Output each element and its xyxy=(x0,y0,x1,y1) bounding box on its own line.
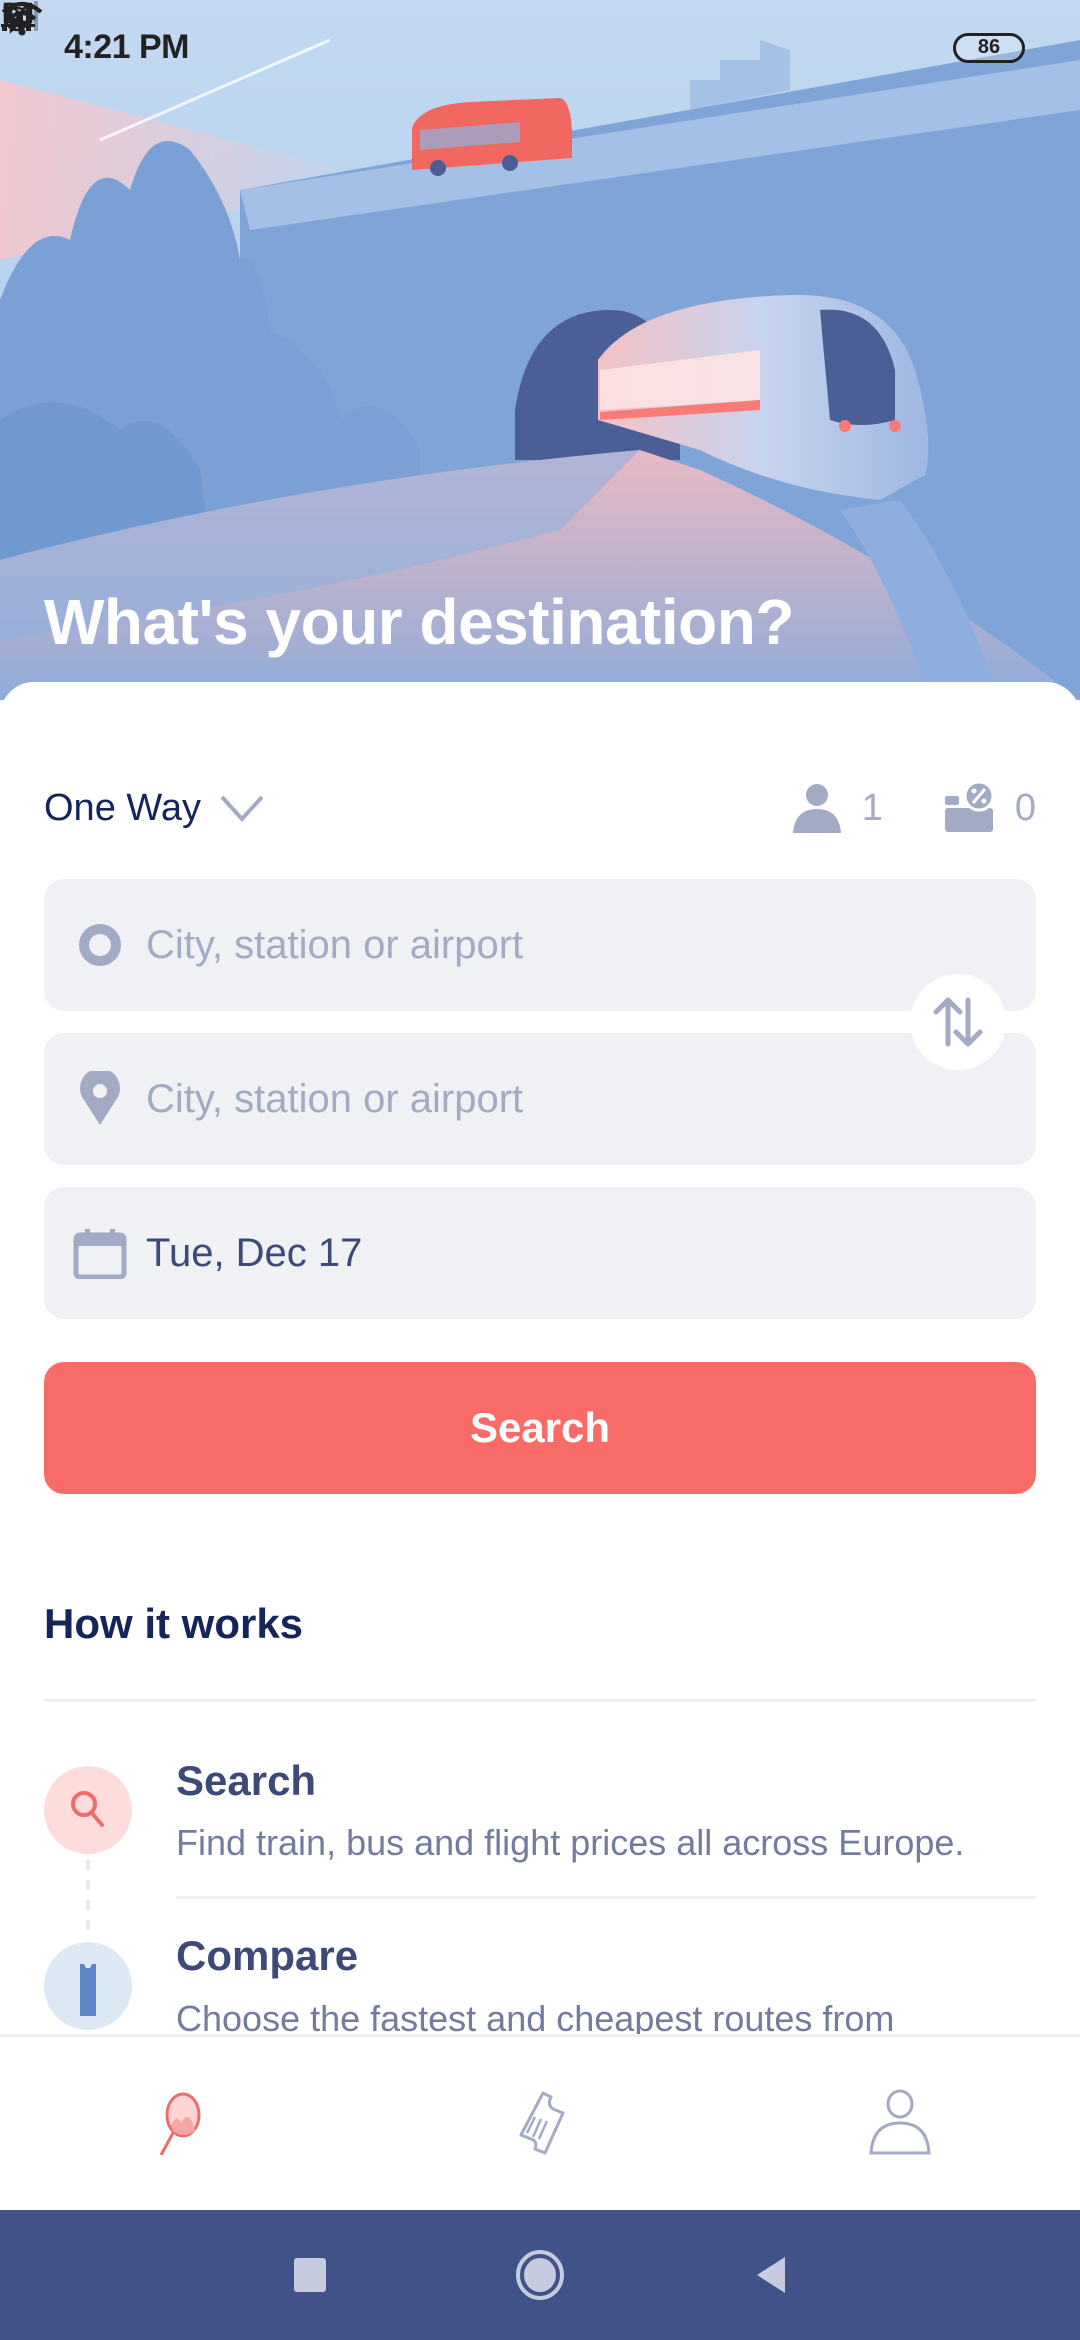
step-description: Find train, bus and flight prices all ac… xyxy=(176,1822,965,1863)
origin-placeholder: City, station or airport xyxy=(146,922,524,967)
hero-banner: 4:21 PM 86 What's your destination? xyxy=(0,0,1080,700)
destination-placeholder: City, station or airport xyxy=(146,1076,524,1121)
system-navigation-bar xyxy=(0,2210,1080,2340)
origin-circle-icon xyxy=(72,917,128,973)
origin-input[interactable]: City, station or airport xyxy=(44,879,1036,1011)
status-bar: 4:21 PM 86 xyxy=(0,0,1080,95)
search-button[interactable]: Search xyxy=(44,1362,1036,1494)
nav-tickets-tab[interactable] xyxy=(440,2064,640,2184)
step-connector xyxy=(86,1860,90,1940)
hero-title: What's your destination? xyxy=(44,586,794,658)
back-triangle-icon xyxy=(757,2257,785,2293)
bottom-navigation xyxy=(0,2034,1080,2210)
date-value: Tue, Dec 17 xyxy=(146,1230,363,1275)
trip-options-row: One Way 1 0 xyxy=(44,778,1036,838)
discount-cards-selector[interactable]: 0 xyxy=(943,782,1036,834)
trip-type-label: One Way xyxy=(44,786,201,829)
passengers-count: 1 xyxy=(861,786,883,829)
step-title: Search xyxy=(176,1757,317,1804)
back-button[interactable] xyxy=(730,2235,810,2315)
search-card: One Way 1 0 City, station or airport Cit… xyxy=(0,682,1080,2082)
location-pin-icon xyxy=(72,1071,128,1127)
nav-account-tab[interactable] xyxy=(800,2064,1000,2184)
nav-search-tab[interactable] xyxy=(80,2064,280,2184)
home-button[interactable] xyxy=(500,2235,580,2315)
swap-locations-button[interactable] xyxy=(910,974,1006,1070)
status-time: 4:21 PM xyxy=(64,28,190,66)
step-search-badge xyxy=(44,1766,132,1854)
battery-indicator: 86 xyxy=(953,32,1025,63)
square-icon xyxy=(294,2258,326,2292)
compare-ticket-icon xyxy=(80,1964,96,2016)
step-compare-badge xyxy=(44,1942,132,2030)
chevron-down-icon xyxy=(220,795,264,822)
swap-arrows-icon xyxy=(933,997,983,1047)
how-it-works-heading: How it works xyxy=(44,1600,304,1647)
passengers-selector[interactable]: 1 xyxy=(790,781,883,835)
search-balloon-icon xyxy=(159,2092,201,2156)
circle-icon xyxy=(516,2250,564,2300)
date-picker[interactable]: Tue, Dec 17 xyxy=(44,1187,1036,1319)
account-icon xyxy=(869,2089,931,2154)
trip-type-dropdown[interactable]: One Way xyxy=(44,787,265,830)
recent-apps-button[interactable] xyxy=(270,2235,350,2315)
section-divider xyxy=(44,1699,1036,1702)
destination-input[interactable]: City, station or airport xyxy=(44,1033,1036,1165)
discount-card-icon xyxy=(944,782,995,832)
magnifier-icon xyxy=(71,1791,104,1827)
person-icon xyxy=(792,784,841,833)
discount-cards-count: 0 xyxy=(1014,786,1036,829)
step-divider xyxy=(176,1896,1036,1899)
step-title: Compare xyxy=(176,1932,359,1979)
calendar-icon xyxy=(72,1225,128,1281)
ticket-icon xyxy=(519,2091,565,2154)
